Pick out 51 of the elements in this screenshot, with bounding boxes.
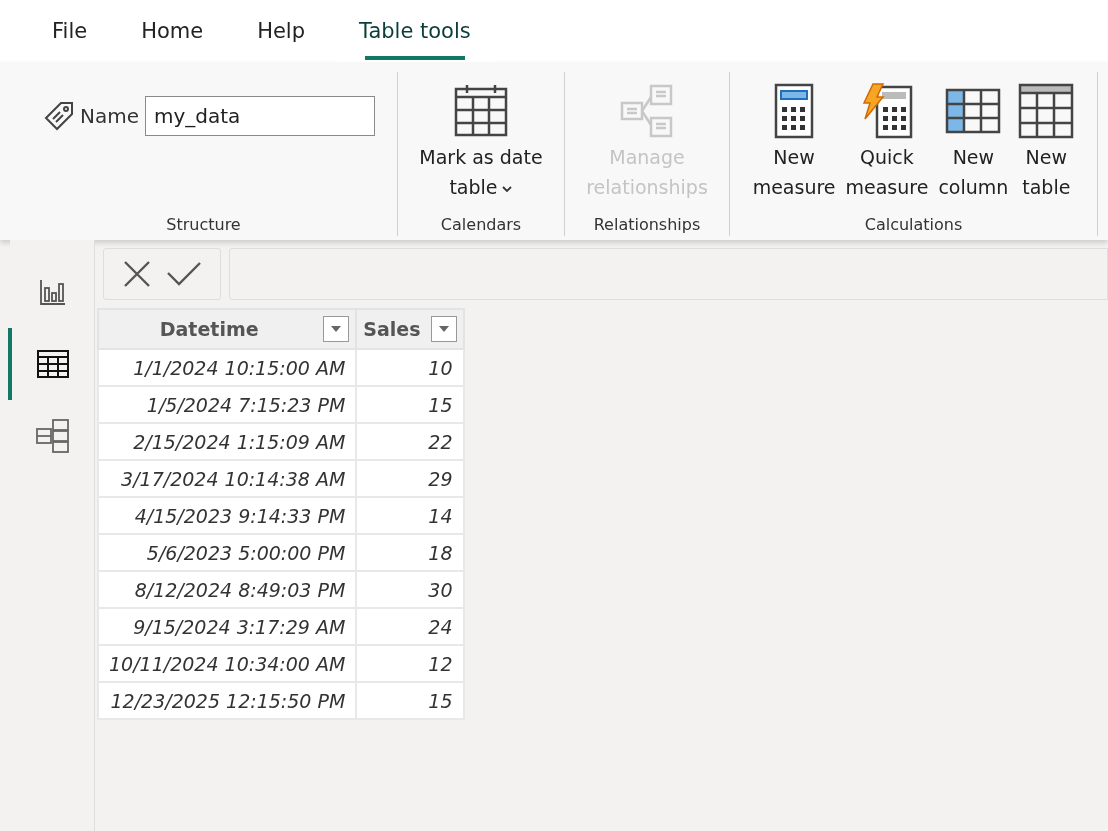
- checkmark-icon[interactable]: [166, 261, 202, 287]
- group-title: Relationships: [593, 215, 701, 236]
- column-header[interactable]: Sales: [356, 309, 464, 349]
- table-cell: 2/15/2024 1:15:09 AM: [98, 423, 357, 460]
- table-cell: 10: [356, 349, 464, 386]
- tag-icon: [44, 101, 74, 131]
- ribbon-button[interactable]: New measure: [750, 78, 838, 204]
- ribbon-button[interactable]: Quick measure: [843, 78, 931, 204]
- group-title: Structure: [166, 215, 241, 236]
- ribbon-tab[interactable]: File: [32, 0, 108, 62]
- table-cell: 3/17/2024 10:14:38 AM: [98, 460, 357, 497]
- caret-icon: [438, 326, 449, 332]
- ribbon-button[interactable]: Mark as date table: [417, 78, 545, 204]
- table-cell: 1/5/2024 7:15:23 PM: [98, 386, 357, 423]
- table-cell: 8/12/2024 8:49:03 PM: [98, 571, 357, 608]
- cancel-icon[interactable]: [122, 259, 152, 289]
- name-label: Name: [80, 104, 139, 128]
- table-cell: 18: [356, 534, 464, 571]
- column-header[interactable]: Datetime: [98, 309, 357, 349]
- group-title: Calculations: [864, 215, 963, 236]
- ribbon-tab[interactable]: Help: [237, 0, 326, 62]
- column-grid-icon: [945, 88, 1002, 134]
- table-cell: 10/11/2024 10:34:00 AM: [98, 645, 357, 682]
- table-cell: 4/15/2023 9:14:33 PM: [98, 497, 357, 534]
- ribbon-button[interactable]: New table: [1016, 78, 1077, 204]
- group-title: Calendars: [440, 215, 522, 236]
- filter-button[interactable]: [430, 316, 457, 342]
- table-cell: 24: [356, 608, 464, 645]
- table-cell: 1/1/2024 10:15:00 AM: [98, 349, 357, 386]
- table-cell: 15: [356, 682, 464, 719]
- table-cell: 9/15/2024 3:17:29 AM: [98, 608, 357, 645]
- table-icon: [37, 350, 69, 378]
- table-cell: 5/6/2023 5:00:00 PM: [98, 534, 357, 571]
- table-cell: 12/23/2025 12:15:50 PM: [98, 682, 357, 719]
- calendar-icon: [453, 83, 509, 139]
- table-cell: 30: [356, 571, 464, 608]
- table-cell: 14: [356, 497, 464, 534]
- ribbon-button[interactable]: New column: [936, 78, 1011, 204]
- filter-button[interactable]: [323, 316, 350, 342]
- diagram-icon: [619, 83, 675, 139]
- ribbon-tab[interactable]: Home: [121, 0, 224, 62]
- table-cell: 12: [356, 645, 464, 682]
- caret-icon: [331, 326, 342, 332]
- name-field[interactable]: my_data: [145, 96, 375, 136]
- table-icon: [1018, 83, 1075, 139]
- table-cell: 29: [356, 460, 464, 497]
- calculator-icon: [774, 83, 815, 139]
- bar-chart-icon: [39, 278, 67, 306]
- model-diagram-icon: [36, 419, 70, 453]
- table-cell: 22: [356, 423, 464, 460]
- table-cell: 15: [356, 386, 464, 423]
